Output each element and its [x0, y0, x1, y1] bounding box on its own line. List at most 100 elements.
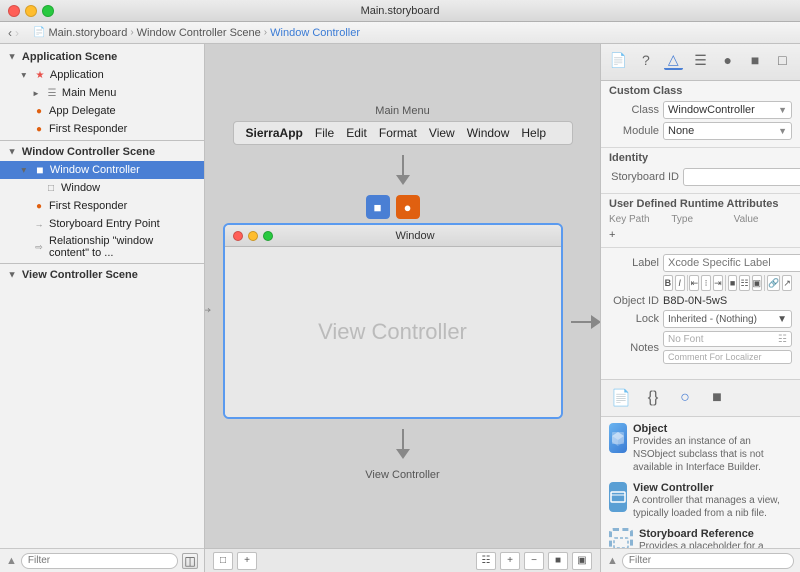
menu-item-help[interactable]: Help	[521, 126, 546, 140]
arrow-line-2	[402, 429, 404, 449]
wc-section-triangle[interactable]: ►	[7, 148, 17, 157]
canvas-reset[interactable]: ▣	[572, 552, 592, 570]
nav-back-icon[interactable]: ‹	[8, 26, 12, 40]
rp-tab-sizing[interactable]: □	[773, 50, 792, 70]
lib-sb-title: Storyboard Reference	[639, 528, 792, 540]
menu-triangle: ►	[32, 89, 40, 98]
sidebar-item-first-responder-1[interactable]: ● First Responder	[0, 120, 204, 138]
rp-lock-value: Inherited - (Nothing)	[668, 314, 757, 325]
app-triangle: ►	[19, 71, 28, 79]
rp-check-btn[interactable]: ■	[728, 275, 738, 291]
rp-right-align-btn[interactable]: ⇥	[713, 275, 723, 291]
breadcrumb-controller[interactable]: Window Controller	[270, 27, 360, 39]
rp-storyboard-id-field[interactable]	[683, 168, 800, 186]
rp-link-btn[interactable]: 🔗	[767, 275, 780, 291]
nav-forward-icon[interactable]: ›	[15, 26, 19, 40]
rp-lib-tab-code[interactable]: {}	[641, 386, 665, 410]
menu-item-file[interactable]: File	[315, 126, 334, 140]
lib-object-desc: Provides an instance of an NSObject subc…	[633, 435, 792, 474]
lib-vc-icon	[609, 482, 627, 512]
app-label: Application	[50, 69, 104, 81]
lib-sb-icon	[609, 528, 633, 548]
breadcrumb-storyboard[interactable]: 📄 Main.storyboard	[33, 27, 127, 39]
rp-add-runtime-button[interactable]: +	[609, 227, 792, 243]
sidebar-item-relationship[interactable]: ⇨ Relationship "window content" to ...	[0, 233, 204, 261]
canvas-zoom-fit[interactable]: □	[213, 552, 233, 570]
first-responder-2-label: First Responder	[49, 200, 127, 212]
rp-tab-file[interactable]: 📄	[609, 50, 628, 70]
canvas-add[interactable]: +	[237, 552, 257, 570]
rp-lib-tab-file[interactable]: 📄	[609, 386, 633, 410]
rp-object-id-row: Object ID B8D-0N-5wS	[609, 295, 792, 307]
rp-list-btn[interactable]: ☷	[739, 275, 749, 291]
breadcrumb-scene[interactable]: Window Controller Scene	[137, 27, 261, 39]
minimize-button[interactable]	[25, 5, 37, 17]
first-responder-1-label: First Responder	[49, 123, 127, 135]
sidebar-filter-input[interactable]	[21, 553, 178, 569]
menu-scene-label: Main Menu	[375, 105, 429, 117]
breadcrumb-sep-1: ›	[130, 27, 133, 38]
rp-filter-bar: ▲	[601, 548, 800, 572]
rp-doc-label-field[interactable]	[663, 254, 800, 272]
canvas-zoom-out[interactable]: −	[524, 552, 544, 570]
menu-item-format[interactable]: Format	[379, 126, 417, 140]
rp-lock-select[interactable]: Inherited - (Nothing) ▼	[663, 310, 792, 328]
wc-triangle: ►	[19, 166, 28, 174]
rp-resize-btn[interactable]: ↗	[782, 275, 792, 291]
rp-runtime-title: User Defined Runtime Attributes	[609, 198, 792, 210]
rp-lib-tab-media[interactable]: ■	[705, 386, 729, 410]
rp-font-field[interactable]: No Font ☷	[663, 331, 792, 347]
section-triangle[interactable]: ►	[7, 53, 17, 62]
window-label: Window	[61, 182, 100, 194]
rp-italic-btn[interactable]: I	[675, 275, 685, 291]
sidebar-item-main-menu[interactable]: ► ☰ Main Menu	[0, 84, 204, 102]
entry-icon: →	[32, 217, 46, 231]
menu-app-name[interactable]: SierraApp	[246, 126, 303, 140]
rp-tab-identity[interactable]: △	[664, 50, 683, 70]
entry-arrow-container: →	[205, 297, 215, 318]
sidebar-item-app-delegate[interactable]: ● App Delegate	[0, 102, 204, 120]
rp-class-value: WindowController	[668, 104, 755, 116]
rp-type-header: Type	[671, 214, 729, 225]
rp-tab-connections[interactable]: ●	[718, 50, 737, 70]
arrow-head-2	[396, 449, 410, 459]
rp-tab-help[interactable]: ?	[636, 50, 655, 70]
rp-tab-attributes[interactable]: ☰	[691, 50, 710, 70]
sidebar-item-storyboard-entry[interactable]: → Storyboard Entry Point	[0, 215, 204, 233]
rp-tab-bindings[interactable]: ■	[745, 50, 764, 70]
maximize-button[interactable]	[42, 5, 54, 17]
lib-object-text: Object Provides an instance of an NSObje…	[633, 423, 792, 474]
window-mock[interactable]: Window View Controller	[223, 223, 563, 419]
rp-left-align-btn[interactable]: ⇤	[689, 275, 699, 291]
sidebar-item-window-controller[interactable]: ► ■ Window Controller	[0, 161, 204, 179]
rp-lib-tab-object[interactable]: ○	[673, 386, 697, 410]
section-wc-scene: ► Window Controller Scene	[0, 143, 204, 161]
canvas-scene[interactable]: ■	[548, 552, 568, 570]
menu-item-edit[interactable]: Edit	[346, 126, 367, 140]
rp-class-select[interactable]: WindowController ▼	[663, 101, 792, 119]
canvas-zoom-in[interactable]: +	[500, 552, 520, 570]
rp-comment-field[interactable]: Comment For Localizer	[663, 350, 792, 364]
wc-icon: ■	[33, 163, 47, 177]
rp-table-btn[interactable]: ▣	[752, 275, 763, 291]
menu-item-window[interactable]: Window	[467, 126, 510, 140]
rp-module-select[interactable]: None ▼	[663, 122, 792, 140]
menu-item-view[interactable]: View	[429, 126, 455, 140]
lib-vc-title: View Controller	[633, 482, 792, 494]
sidebar-item-window[interactable]: □ Window	[0, 179, 204, 197]
lib-sb-text: Storyboard Reference Provides a placehol…	[639, 528, 792, 548]
rp-bold-btn[interactable]: B	[663, 275, 673, 291]
vc-section-triangle[interactable]: ►	[7, 271, 17, 280]
arrow-to-vc-bottom	[396, 429, 410, 459]
sidebar-item-first-responder-2[interactable]: ● First Responder	[0, 197, 204, 215]
sidebar-add-button[interactable]: ◫	[182, 553, 198, 569]
rp-module-arrow: ▼	[778, 126, 787, 136]
sidebar-item-application[interactable]: ► ★ Application	[0, 66, 204, 84]
canvas-grid[interactable]: ☷	[476, 552, 496, 570]
vc-bottom-label: View Controller	[365, 469, 439, 481]
close-button[interactable]	[8, 5, 20, 17]
rp-center-align-btn[interactable]: ⁝	[701, 275, 711, 291]
vc-box: View Controller	[365, 469, 439, 481]
rp-filter-input[interactable]	[622, 553, 794, 569]
rp-filter-icon: ▲	[607, 555, 618, 567]
